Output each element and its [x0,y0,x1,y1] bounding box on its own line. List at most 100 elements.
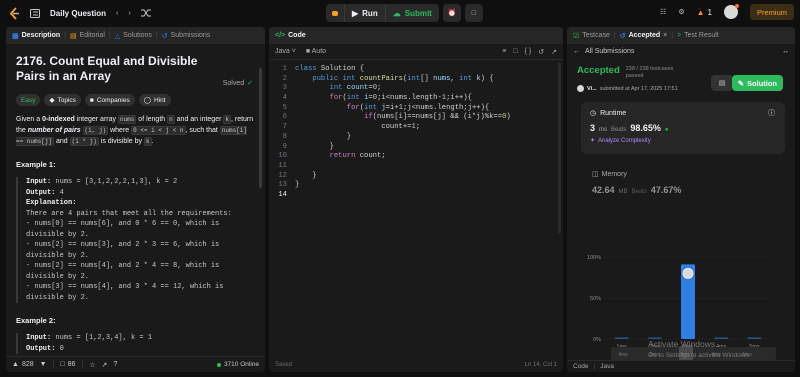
favorite-star-icon[interactable]: ☆ [89,361,95,369]
runtime-card[interactable]: ◷ Runtime ⓘ 3 ms Beats 98.65% ● ✦ Analyz… [581,102,785,154]
daily-question-title[interactable]: Daily Question [50,9,106,18]
activate-windows-watermark: Activate Windows Go to Settings to activ… [648,339,751,359]
collapse-icon[interactable]: ↔ [782,48,789,55]
lock-icon: ■ [89,96,94,104]
expand-icon[interactable]: ↗ [551,48,557,56]
footer-code-label[interactable]: Code [573,363,589,370]
back-to-submissions[interactable]: ← All Submissions ↔ [567,44,795,59]
terminal-icon: > [677,32,682,39]
topics-tag[interactable]: ◆ Topics [44,94,81,106]
language-select[interactable]: Java ˅ [275,48,296,55]
edit-icon: ✎ [737,78,744,88]
code-area[interactable]: 1 class Solution { 2 public int countPair… [269,60,563,201]
code-editor-panel: </> Code Java ˅ ■ Auto ≡ □ { } ↺ ↗ 1 clas… [269,27,563,372]
example-1-heading: Example 1: [16,160,56,169]
post-solution-button[interactable]: ✎ Solution [731,75,783,91]
tab-solutions[interactable]: △ Solutions [115,32,152,40]
memory-stats: 42.64 MB Beats 47.67% [592,185,682,195]
book-open-icon: ▤ [718,80,726,87]
premium-button[interactable]: Premium [749,4,794,20]
braces-icon[interactable]: { } [525,48,532,56]
problem-title[interactable]: 2176. Count Equal and Divisible Pairs in… [16,54,206,84]
code-tabbar: </> Code [269,27,563,44]
results-panel: ☑ Testcase | ↺ Accepted × | > Test Resul… [567,27,795,372]
comment-icon: □ [60,361,65,368]
run-button[interactable]: ▶ Run [344,4,385,22]
grid-apps-icon[interactable]: ☷ [660,8,666,16]
document-icon: ▦ [12,32,19,40]
book-icon: ▤ [69,32,77,40]
description-tabbar: ▦ Description | ▤ Editorial | △ Solution… [6,27,265,44]
example-1-box: Input: nums = [3,1,2,2,2,1,3], k = 2 Out… [16,177,255,303]
analyze-complexity-link[interactable]: ✦ Analyze Complexity [590,137,776,145]
description-scrollbar[interactable] [259,68,262,188]
footer-language-label: Java [600,363,614,370]
chart-user-avatar-marker [682,267,694,279]
online-count: 3710 Online [216,361,259,368]
settings-gear-icon[interactable]: ⚙ [678,8,684,16]
editor-toolbar: Java ˅ ■ Auto ≡ □ { } ↺ ↗ [269,44,563,60]
testcase-count: 238 / 238 testcases passed [625,66,674,79]
solved-status: Solved ✓ [222,79,253,88]
debug-button[interactable] [326,4,344,22]
autocomplete-toggle[interactable]: ■ Auto [306,48,326,55]
accepted-status: Accepted [577,65,620,76]
results-tabbar: ☑ Testcase | ↺ Accepted × | > Test Resul… [567,27,795,44]
save-status: Saved [275,362,293,368]
help-icon[interactable]: ? [113,361,117,368]
memory-chip-icon: ◫ [592,171,599,178]
runtime-value: 3 [590,123,596,133]
description-footer: ▲ 828 ▼ | □ 86 | ☆ ↗ ? 3710 Online [6,356,265,372]
tab-code[interactable]: </> Code [275,32,306,39]
submit-button[interactable]: ☁ Submit [384,4,439,22]
example-2-box: Input: nums = [1,2,3,4], k = 1 Output: 0 [16,333,255,354]
history-icon: ↺ [619,32,626,40]
memory-label[interactable]: ◫ Memory [592,170,795,179]
tab-description[interactable]: ▦ Description [12,32,60,40]
tab-submissions[interactable]: ↺ Submissions [162,32,211,40]
info-icon[interactable]: ⓘ [768,108,775,118]
arrow-left-icon: ← [573,48,580,55]
tab-test-result[interactable]: > Test Result [677,32,719,39]
share-icon[interactable]: ↗ [102,361,108,369]
reset-icon[interactable]: ↺ [538,48,544,56]
companies-tag[interactable]: ■ Companies [84,94,135,106]
problem-tags: Easy ◆ Topics ■ Companies ◯ Hint [16,94,255,106]
alarm-icon: ⏰ [447,10,457,17]
tab-testcase[interactable]: ☑ Testcase [573,32,610,40]
chart-overview-label: 4ms [618,352,628,358]
online-dot-icon [216,362,221,367]
hint-tag[interactable]: ◯ Hint [138,94,171,106]
streak-counter[interactable]: ▲ 1 [697,8,712,17]
close-tab-icon[interactable]: × [663,32,667,39]
problem-description: 2176. Count Equal and Divisible Pairs in… [6,44,265,354]
runtime-beats: 98.65% [630,123,661,133]
chevron-right-icon[interactable]: › [128,10,130,17]
flask-icon: △ [114,32,121,40]
dislike-button[interactable]: ▼ [40,361,47,368]
shuffle-icon[interactable] [140,9,151,17]
thumbs-down-icon: ▼ [39,361,47,368]
format-icon[interactable]: ≡ [502,48,506,56]
editor-statusbar: Saved Ln 14, Col 1 [269,358,563,372]
clock-icon: ◷ [590,110,597,117]
tab-accepted[interactable]: ↺ Accepted × [620,32,667,40]
chart-y-tick-label: 0% [593,337,601,343]
editorial-button[interactable]: ▤ [711,75,733,91]
results-footer: Code | Java [567,360,795,372]
problem-list-icon[interactable] [30,8,40,18]
chevron-left-icon[interactable]: ‹ [116,10,118,17]
tab-editorial[interactable]: ▤ Editorial [70,32,105,40]
user-avatar[interactable] [723,4,739,19]
bookmark-icon[interactable]: □ [513,48,517,56]
alarm-clock-button[interactable]: ⏰ [442,4,461,22]
check-circle-icon: ✓ [247,80,253,87]
notes-button[interactable]: □ [464,4,483,22]
comments-button[interactable]: □ 86 [60,361,75,368]
code-brackets-icon: </> [275,32,286,39]
leetcode-logo-icon[interactable] [8,6,20,20]
note-icon: □ [471,9,476,17]
like-button[interactable]: ▲ 828 [12,361,34,368]
editor-scrollbar[interactable] [558,63,561,233]
play-icon: ▶ [352,8,359,18]
